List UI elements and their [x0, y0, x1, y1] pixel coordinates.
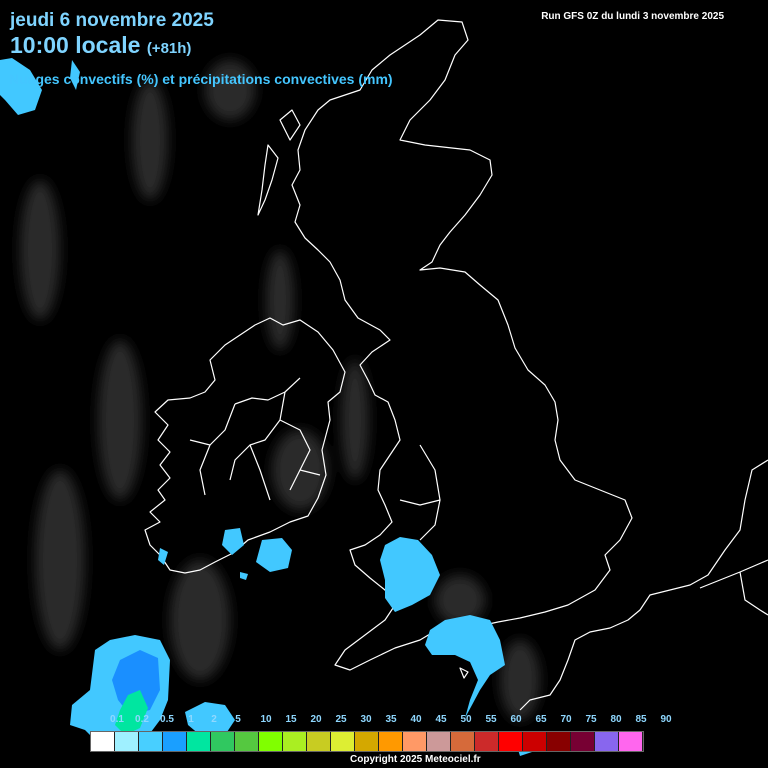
legend-label: 1 — [188, 714, 194, 725]
legend-swatch — [427, 732, 451, 751]
legend-swatch — [331, 732, 355, 751]
map-subtitle: Nuages convectifs (%) et précipitations … — [9, 71, 393, 87]
weather-map — [0, 0, 768, 768]
legend-label: 10 — [260, 714, 272, 725]
legend-label: 0.2 — [135, 714, 149, 725]
legend-label: 75 — [585, 714, 597, 725]
legend-color-scale — [90, 731, 644, 752]
legend-label: 80 — [610, 714, 622, 725]
legend-label: 55 — [485, 714, 497, 725]
legend-swatch — [307, 732, 331, 751]
legend-label: 50 — [460, 714, 472, 725]
legend-label: 2 — [211, 714, 217, 725]
legend-swatch — [187, 732, 211, 751]
legend-swatch — [403, 732, 427, 751]
legend-label: 5 — [235, 714, 241, 725]
legend-swatch — [619, 732, 643, 751]
legend-swatch — [211, 732, 235, 751]
legend-swatch — [523, 732, 547, 751]
legend-label: 0.5 — [160, 714, 174, 725]
model-run-info: Run GFS 0Z du lundi 3 novembre 2025 — [541, 11, 724, 22]
forecast-date: jeudi 6 novembre 2025 — [10, 10, 214, 31]
legend-swatch — [259, 732, 283, 751]
legend-label: 45 — [435, 714, 447, 725]
legend-label: 70 — [560, 714, 572, 725]
legend-swatch — [595, 732, 619, 751]
legend-swatch — [115, 732, 139, 751]
legend-label: 90 — [660, 714, 672, 725]
forecast-time: 10:00 locale (+81h) — [10, 32, 191, 59]
legend-label: 60 — [510, 714, 522, 725]
legend-label: 30 — [360, 714, 372, 725]
legend-label: 0.1 — [110, 714, 124, 725]
legend-label: 85 — [635, 714, 647, 725]
legend-swatch — [283, 732, 307, 751]
legend-swatch — [355, 732, 379, 751]
legend-swatch — [475, 732, 499, 751]
legend-label: 20 — [310, 714, 322, 725]
legend-swatch — [379, 732, 403, 751]
legend-label: 35 — [385, 714, 397, 725]
legend-swatch — [163, 732, 187, 751]
legend-label: 15 — [285, 714, 297, 725]
legend-label: 25 — [335, 714, 347, 725]
legend-swatch — [451, 732, 475, 751]
legend-swatch — [139, 732, 163, 751]
legend-labels: 0.1 0.2 0.5 1 2 5 10 15 20 25 30 35 40 4… — [86, 714, 676, 728]
legend-swatch — [499, 732, 523, 751]
legend-swatch — [547, 732, 571, 751]
legend-swatch — [571, 732, 595, 751]
legend-label: 65 — [535, 714, 547, 725]
forecast-lead: (+81h) — [146, 40, 192, 57]
legend-label: 40 — [410, 714, 422, 725]
legend-swatch — [235, 732, 259, 751]
copyright-notice: Copyright 2025 Meteociel.fr — [350, 754, 481, 765]
forecast-time-label: 10:00 locale — [10, 32, 141, 58]
legend-swatch — [91, 732, 115, 751]
